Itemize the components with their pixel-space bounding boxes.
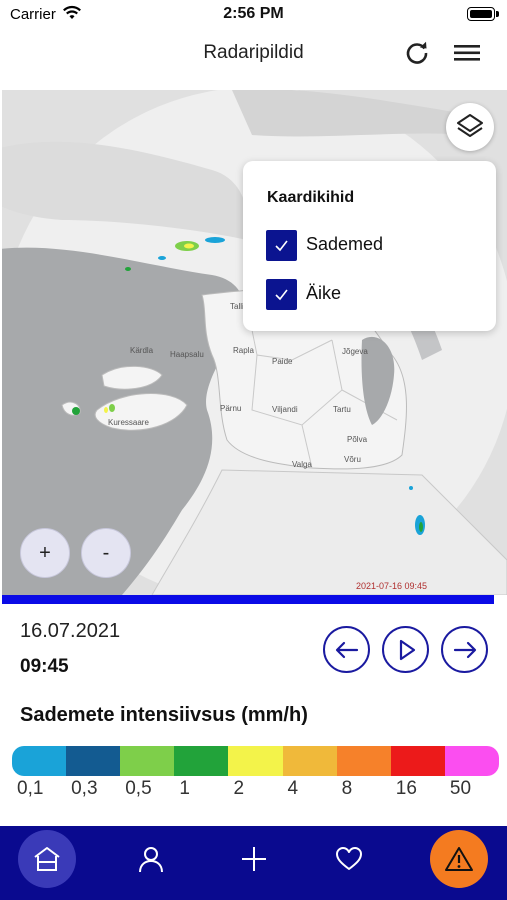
play-button[interactable]	[382, 626, 429, 673]
city-label: Kuressaare	[108, 418, 149, 427]
legend-color-segment	[120, 746, 175, 776]
city-label: Tartu	[333, 405, 351, 414]
legend-color-segment	[444, 746, 499, 776]
city-label: Rapla	[233, 346, 254, 355]
layers-panel-title: Kaardikihid	[267, 189, 355, 206]
checkbox-checked[interactable]	[266, 279, 297, 310]
arrow-left-icon	[335, 641, 359, 659]
city-label: Põlva	[347, 435, 368, 444]
battery-icon	[467, 7, 495, 21]
legend-title: Sademete intensiivsus (mm/h)	[20, 704, 308, 726]
check-icon	[275, 289, 288, 301]
nav-profile[interactable]	[122, 830, 180, 888]
legend-value-label: 2	[233, 778, 245, 799]
status-bar: Carrier 2:56 PM	[0, 0, 507, 30]
previous-frame-button[interactable]	[323, 626, 370, 673]
city-label: Pärnu	[220, 404, 241, 413]
home-icon	[34, 847, 60, 871]
legend-value-label: 0,3	[71, 778, 98, 799]
refresh-button[interactable]	[402, 38, 432, 68]
play-icon	[399, 639, 416, 661]
next-frame-button[interactable]	[441, 626, 488, 673]
city-label: Paide	[272, 357, 293, 366]
legend-value-label: 8	[341, 778, 353, 799]
layers-button[interactable]	[446, 103, 494, 151]
legend-value-label: 0,1	[17, 778, 44, 799]
legend-color-segment	[174, 746, 229, 776]
checkbox-checked[interactable]	[266, 230, 297, 261]
profile-icon	[139, 847, 163, 873]
layer-label: Äike	[306, 283, 342, 303]
app-header: Radaripildid	[0, 30, 507, 90]
legend-color-segment	[390, 746, 445, 776]
nav-home[interactable]	[18, 830, 76, 888]
battery-tip	[496, 11, 499, 17]
menu-button[interactable]	[451, 38, 483, 68]
hamburger-menu-icon	[454, 45, 480, 61]
nav-favorites[interactable]	[320, 830, 378, 888]
legend-value-label: 0,5	[125, 778, 152, 799]
radar-date: 16.07.2021	[20, 620, 121, 642]
check-icon	[275, 240, 288, 252]
city-label: Jõgeva	[342, 347, 368, 356]
warning-icon	[445, 847, 473, 871]
bottom-navigation	[0, 826, 507, 900]
layers-panel: Kaardikihid Sademed Äike	[243, 161, 496, 331]
add-icon	[242, 847, 266, 871]
legend-labels: 0,1 0,3 0,5 1 2 4 8 16 50	[12, 778, 499, 804]
city-label: Valga	[292, 460, 312, 469]
legend-value-label: 4	[287, 778, 299, 799]
layer-label: Sademed	[306, 234, 384, 254]
city-label: Haapsalu	[170, 350, 204, 359]
legend-color-segment	[66, 746, 121, 776]
legend-color-segment	[336, 746, 391, 776]
radar-time: 09:45	[20, 656, 69, 677]
nav-add[interactable]	[225, 830, 283, 888]
layers-icon	[457, 114, 483, 137]
legend-value-label: 16	[395, 778, 417, 799]
heart-icon	[336, 847, 362, 870]
legend-color-segment	[282, 746, 337, 776]
legend-value-label: 1	[179, 778, 190, 799]
arrow-right-icon	[453, 641, 477, 659]
nav-warnings[interactable]	[430, 830, 488, 888]
animation-progress-bar[interactable]	[2, 595, 494, 604]
city-label: Kärdla	[130, 346, 154, 355]
city-label: Võru	[344, 455, 361, 464]
precipitation-legend-bar	[12, 746, 499, 776]
legend-value-label: 50	[449, 778, 472, 799]
map-timestamp: 2021-07-16 09:45	[356, 581, 428, 591]
refresh-icon	[406, 41, 428, 64]
legend-color-segment	[12, 746, 67, 776]
status-time: 2:56 PM	[223, 5, 284, 22]
legend-color-segment	[228, 746, 283, 776]
city-label: Viljandi	[272, 405, 298, 414]
zoom-out-button[interactable]: -	[81, 528, 131, 578]
zoom-in-button[interactable]: +	[20, 528, 70, 578]
